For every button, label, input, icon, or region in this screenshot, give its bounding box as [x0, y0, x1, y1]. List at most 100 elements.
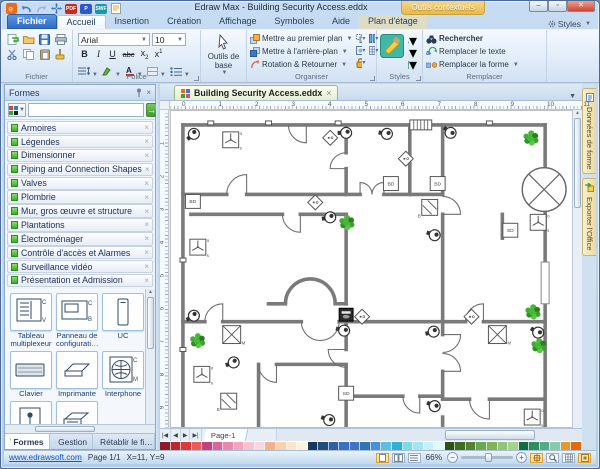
palette-swatch[interactable] [350, 442, 361, 450]
library-item[interactable]: Plantations× [7, 218, 153, 231]
palette-swatch[interactable] [318, 442, 329, 450]
palette-swatch[interactable] [561, 442, 572, 450]
palette-swatch[interactable] [244, 442, 255, 450]
palette-swatch[interactable] [550, 442, 561, 450]
library-search-input[interactable] [28, 103, 144, 117]
drawing-canvas[interactable]: osososososMMBBBDBDBDSDSD [171, 111, 573, 427]
edraw-logo-icon[interactable]: e [5, 3, 17, 14]
side-tab-exporter-l-office[interactable]: Exporter l'Office [582, 178, 596, 256]
palette-swatch[interactable] [498, 442, 509, 450]
close-button[interactable]: ✕ [567, 1, 595, 12]
library-close-icon[interactable]: × [144, 193, 149, 202]
plan-device-reader[interactable] [266, 121, 272, 125]
plan-device-reader[interactable] [180, 348, 186, 352]
library-close-icon[interactable]: × [144, 262, 149, 271]
tab-list-dropdown-icon[interactable]: ▼ [563, 93, 582, 100]
fill-swatch-icon[interactable]: ▾ [407, 59, 418, 70]
shape-imprimante[interactable]: Imprimante [56, 351, 98, 398]
library-close-icon[interactable]: × [144, 207, 149, 216]
plan-device-dome[interactable] [338, 127, 352, 138]
plan-device-fan[interactable]: os [190, 238, 210, 258]
plan-device-dome[interactable] [378, 127, 394, 140]
palette-swatch[interactable] [213, 442, 224, 450]
font-family-select[interactable]: Arial▼ [78, 33, 150, 46]
plan-device-reader[interactable] [486, 121, 492, 125]
tab-fichier[interactable]: Fichier [7, 14, 57, 29]
print-icon[interactable] [54, 33, 67, 46]
plan-device-fanM[interactable]: M [223, 326, 246, 346]
panel-tab-gestion[interactable]: Gestion [50, 434, 93, 449]
undo-icon[interactable] [20, 3, 32, 14]
plan-device-dome[interactable] [335, 323, 351, 337]
pin-icon[interactable] [136, 88, 142, 97]
panel-tab-r-tablir-le-fi-[interactable]: Rétablir le fi… [93, 434, 155, 449]
prev-page-button[interactable]: ◀ [171, 429, 181, 441]
send-to-back-button[interactable]: Mettre à l'arrière-plan▼ [250, 45, 352, 58]
library-item[interactable]: Plombrie× [7, 190, 153, 203]
font-size-select[interactable]: 10▼ [152, 33, 186, 46]
library-item[interactable]: Piping and Connection Shapes× [7, 163, 153, 176]
plan-device-fan[interactable]: os [223, 131, 243, 151]
plan-device-dome[interactable] [319, 412, 336, 427]
italic-button[interactable]: I [92, 49, 105, 59]
export-html-icon[interactable] [110, 3, 122, 14]
library-close-icon[interactable]: × [144, 276, 149, 285]
fit-window-button[interactable] [578, 453, 591, 463]
palette-swatch[interactable] [181, 442, 192, 450]
maximize-button[interactable]: ▫ [548, 1, 567, 12]
plan-device-window[interactable] [541, 262, 549, 304]
document-tab[interactable]: Building Security Access.eddx × [174, 85, 338, 100]
plan-device-dome[interactable] [425, 227, 442, 242]
document-tab-close-icon[interactable]: × [326, 88, 331, 98]
palette-swatch[interactable] [202, 442, 213, 450]
library-close-icon[interactable]: × [144, 151, 149, 160]
plan-device-box[interactable]: BD [383, 177, 398, 191]
plan-device-reader[interactable] [335, 121, 341, 125]
palette-swatch[interactable] [360, 442, 371, 450]
shape-tableau[interactable]: CVTableau multiplexeur [10, 293, 52, 348]
next-page-button[interactable]: ▶ [181, 429, 191, 441]
tab-symboles[interactable]: Symboles [265, 15, 323, 29]
plan-device-vent[interactable]: B [418, 199, 438, 218]
tab-cr-ation[interactable]: Création [158, 15, 210, 29]
palette-swatch[interactable] [160, 442, 171, 450]
library-close-icon[interactable]: × [144, 137, 149, 146]
plan-device-box[interactable]: SD [503, 223, 518, 237]
redo-icon[interactable] [35, 3, 47, 14]
library-close-icon[interactable]: × [144, 220, 149, 229]
align-icon[interactable]: ▾ [355, 45, 366, 56]
plan-device-box[interactable]: BD [185, 194, 200, 208]
remplacer-forme-button[interactable]: Remplacer la forme▼ [426, 58, 543, 71]
shape-uc[interactable]: UC [102, 293, 144, 348]
shape-clavier[interactable]: Clavier [10, 351, 52, 398]
plan-device-diamond[interactable] [323, 130, 338, 145]
plan-device-bigx[interactable] [522, 168, 566, 212]
palette-swatch[interactable] [287, 442, 298, 450]
plan-device-dome[interactable] [184, 126, 202, 143]
zoom-slider-thumb[interactable] [485, 453, 492, 462]
library-item[interactable]: Valves× [7, 177, 153, 190]
open-icon[interactable] [22, 33, 35, 46]
theme-brush-icon[interactable] [380, 34, 404, 63]
palette-swatch[interactable] [455, 442, 466, 450]
remplacer-texte-button[interactable]: a Remplacer le texte [426, 45, 543, 58]
palette-swatch[interactable] [529, 442, 540, 450]
cut-icon[interactable] [6, 48, 19, 61]
plan-device-fanM[interactable]: M [488, 326, 511, 346]
palette-swatch[interactable] [265, 442, 276, 450]
palette-swatch[interactable] [381, 442, 392, 450]
first-page-button[interactable]: |◀ [160, 429, 171, 441]
save-icon[interactable] [38, 33, 51, 46]
strikethrough-button[interactable]: abc [120, 50, 137, 59]
palette-swatch[interactable] [424, 442, 435, 450]
styles-quick-button[interactable]: Styles ▼ [548, 19, 599, 29]
palette-swatch[interactable] [476, 442, 487, 450]
palette-swatch[interactable] [339, 442, 350, 450]
plan-device-box[interactable]: BD [430, 177, 445, 191]
zoom-slider[interactable] [461, 456, 513, 459]
format-painter-icon[interactable] [54, 48, 67, 61]
move-anchor-icon[interactable] [50, 3, 62, 14]
tab-aide[interactable]: Aide [323, 15, 359, 29]
view-fullpage-button[interactable] [392, 453, 405, 463]
export-pdf-icon[interactable]: PDF [65, 4, 77, 14]
